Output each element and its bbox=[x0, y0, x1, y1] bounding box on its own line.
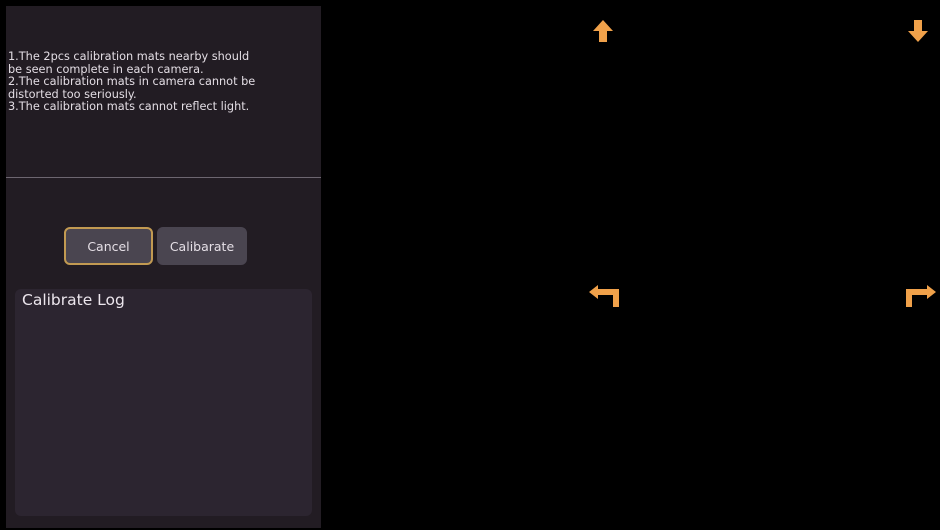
calibrate-button[interactable]: Calibarate bbox=[157, 227, 247, 265]
turn-left-icon[interactable] bbox=[588, 284, 622, 308]
calibration-instructions: 1.The 2pcs calibration mats nearby shoul… bbox=[8, 50, 308, 114]
cancel-button[interactable]: Cancel bbox=[64, 227, 153, 265]
instruction-line: 3.The calibration mats cannot reflect li… bbox=[8, 100, 250, 113]
arrow-up-icon[interactable] bbox=[592, 19, 614, 43]
arrow-down-icon[interactable] bbox=[907, 19, 929, 43]
calibrate-log-title: Calibrate Log bbox=[22, 291, 125, 309]
instruction-line: 2.The calibration mats in camera cannot … bbox=[8, 75, 256, 88]
turn-right-icon[interactable] bbox=[903, 284, 937, 308]
calibration-screen: 1.The 2pcs calibration mats nearby shoul… bbox=[0, 0, 940, 530]
calibrate-log-panel: Calibrate Log bbox=[15, 289, 312, 516]
divider bbox=[6, 177, 321, 178]
instruction-line: 1.The 2pcs calibration mats nearby shoul… bbox=[8, 50, 250, 63]
left-panel: 1.The 2pcs calibration mats nearby shoul… bbox=[6, 6, 321, 528]
